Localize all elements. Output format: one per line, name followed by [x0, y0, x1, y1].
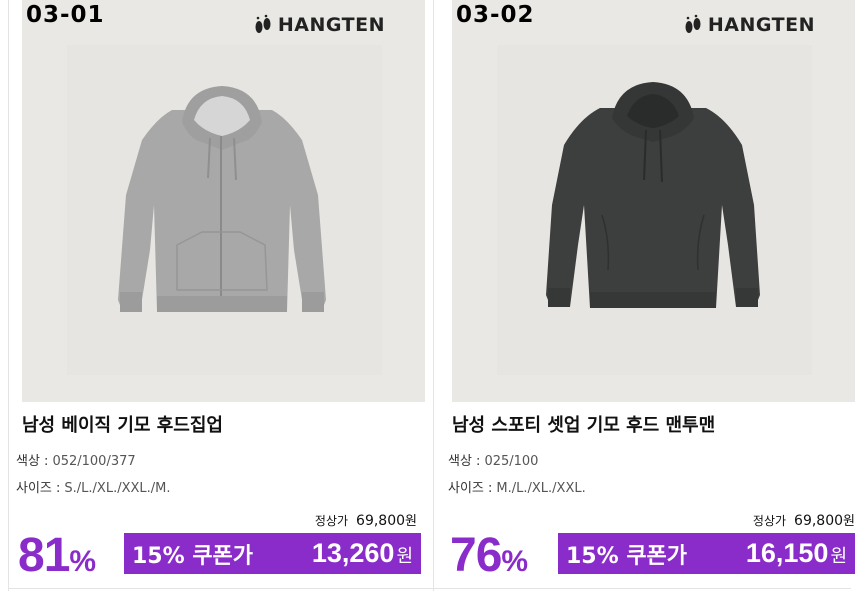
size-label: 사이즈 :: [16, 481, 61, 496]
brand-logo: HANGTEN: [683, 14, 815, 36]
regular-price: 정상가 69,800원: [315, 510, 417, 529]
discount-rate: 81%: [18, 528, 96, 583]
coupon-price-unit: 원: [396, 546, 413, 566]
coupon-price-banner[interactable]: 15% 쿠폰가 13,260 원: [124, 533, 421, 574]
discount-rate: 76%: [450, 528, 528, 583]
product-image[interactable]: 03-01 HANGTEN: [22, 0, 425, 402]
discount-percent: %: [69, 545, 97, 578]
pullover-hoodie-image: [497, 45, 812, 375]
discount-number: 76: [450, 529, 502, 582]
product-title[interactable]: 남성 베이직 기모 후드집업: [22, 411, 223, 437]
product-title[interactable]: 남성 스포티 셋업 기모 후드 맨투맨: [452, 411, 715, 437]
card-divider: [433, 0, 434, 591]
product-card-03-02[interactable]: 03-02 HANGTEN 남성 스포티 셋업 기모 후드 맨투맨 색상 :02…: [448, 0, 855, 591]
footprint-icon: [255, 14, 271, 33]
brand-name: HANGTEN: [707, 14, 815, 36]
size-value: M./L./XL./XXL.: [496, 481, 586, 496]
discount-percent: %: [501, 545, 529, 578]
coupon-price-unit: 원: [830, 546, 847, 566]
regular-price-value: 69,800: [794, 513, 844, 529]
coupon-price-value: 13,260: [311, 538, 395, 568]
coupon-price-banner[interactable]: 15% 쿠폰가 16,150 원: [558, 533, 855, 574]
coupon-price: 16,150 원: [746, 538, 847, 569]
coupon-price: 13,260 원: [312, 538, 413, 569]
size-label: 사이즈 :: [448, 481, 493, 496]
product-image[interactable]: 03-02 HANGTEN: [452, 0, 855, 402]
color-info: 색상 :052/100/377: [16, 450, 136, 469]
brand-name: HANGTEN: [277, 14, 385, 36]
regular-price-label: 정상가: [752, 514, 787, 528]
color-value: 025/100: [484, 454, 539, 469]
size-value: S./L./XL./XXL./M.: [64, 481, 171, 496]
brand-logo: HANGTEN: [253, 14, 385, 36]
footprint-icon: [685, 14, 701, 33]
product-code: 03-02: [456, 2, 535, 28]
coupon-price-value: 16,150: [745, 538, 829, 568]
product-code: 03-01: [26, 2, 105, 28]
card-border-left: [8, 0, 9, 591]
size-info: 사이즈 : S./L./XL./XXL./M.: [16, 477, 171, 496]
zip-hoodie-image: [67, 45, 382, 375]
color-label: 색상 :: [16, 454, 49, 469]
coupon-label: 15% 쿠폰가: [132, 543, 254, 569]
color-label: 색상 :: [448, 454, 481, 469]
color-info: 색상 :025/100: [448, 450, 538, 469]
regular-price-value: 69,800: [356, 513, 406, 529]
regular-price-label: 정상가: [314, 514, 349, 528]
regular-price: 정상가 69,800원: [753, 510, 855, 529]
size-info: 사이즈 : M./L./XL./XXL.: [448, 477, 586, 496]
product-card-03-01[interactable]: 03-01 HANGTEN 남성 베이직 기모 후드집업 색상 :052/100…: [16, 0, 425, 591]
color-value: 052/100/377: [52, 454, 136, 469]
regular-price-unit: 원: [405, 514, 417, 529]
regular-price-unit: 원: [843, 514, 855, 529]
discount-number: 81: [18, 529, 70, 582]
coupon-label: 15% 쿠폰가: [566, 543, 688, 569]
